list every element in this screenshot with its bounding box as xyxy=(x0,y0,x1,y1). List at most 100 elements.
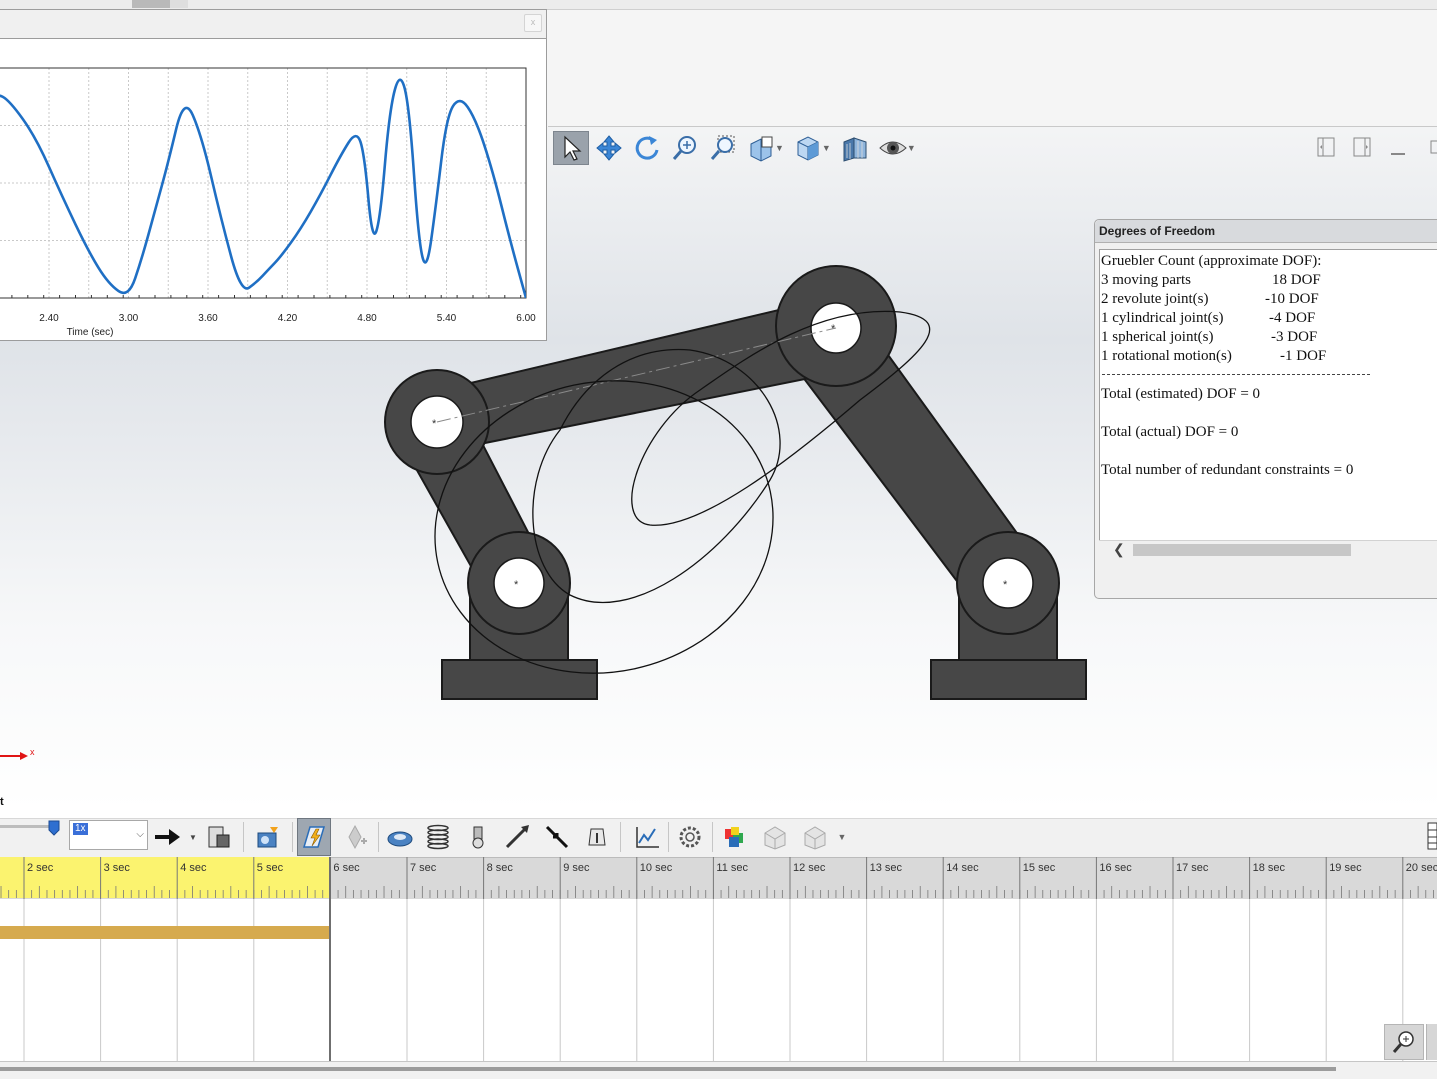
spring-button[interactable] xyxy=(421,818,455,856)
split-right-button[interactable] xyxy=(1352,136,1372,158)
play-arrow-icon xyxy=(155,829,180,845)
triad-x-label: x xyxy=(30,749,35,757)
timeline-horizontal-scrollbar[interactable] xyxy=(0,1067,1336,1071)
timeline-time-cursor[interactable] xyxy=(329,857,331,1061)
plot-x-tick-label: 3.60 xyxy=(198,313,218,324)
timeline-track-grid xyxy=(23,899,1404,1061)
plot-titlebar[interactable]: x xyxy=(0,10,546,39)
select-tool-button[interactable] xyxy=(553,131,589,165)
dof-row-label: 1 spherical joint(s) xyxy=(1101,329,1214,345)
coordinate-triad: x xyxy=(0,749,35,760)
plot-x-tick-label: 4.80 xyxy=(357,313,377,324)
contact-button[interactable] xyxy=(540,818,574,856)
play-mode-dropdown[interactable]: ▼ xyxy=(186,818,200,856)
hide-show-items-button[interactable] xyxy=(875,131,911,165)
timeline-zoom-button[interactable] xyxy=(1384,1024,1424,1060)
export-button[interactable] xyxy=(798,818,832,856)
more-tools-dropdown[interactable]: ▼ xyxy=(832,818,852,856)
dof-horizontal-scrollbar[interactable]: ❮ xyxy=(1099,540,1437,558)
dof-header: Gruebler Count (approximate DOF): xyxy=(1101,253,1322,269)
dof-text-area[interactable]: Gruebler Count (approximate DOF): 3 movi… xyxy=(1099,249,1437,557)
results-plots-button[interactable] xyxy=(630,818,664,856)
motor-icon xyxy=(387,831,413,847)
select-icon xyxy=(564,135,582,161)
gravity-icon xyxy=(588,828,606,846)
restore-icon xyxy=(1430,140,1437,154)
dof-row-value: -3 DOF xyxy=(1271,329,1318,345)
minimize-viewport-button[interactable] xyxy=(1388,136,1408,158)
toolbar-separator xyxy=(712,822,713,852)
playback-speed-slider[interactable] xyxy=(0,825,52,828)
timeline-label: 14 sec xyxy=(946,862,979,874)
motor-button[interactable] xyxy=(383,818,417,856)
save-animation-icon xyxy=(208,826,230,848)
toolbar-separator xyxy=(243,822,244,852)
degrees-of-freedom-panel[interactable]: Degrees of Freedom Gruebler Count (appro… xyxy=(1094,219,1437,599)
zoom-to-area-button[interactable] xyxy=(705,131,741,165)
triad-bottom-label: t xyxy=(0,796,4,808)
timeline-label: 5 sec xyxy=(257,862,284,874)
svg-text:*: * xyxy=(514,579,519,591)
timeline-label: 6 sec xyxy=(333,862,360,874)
toolbar-separator xyxy=(668,822,669,852)
timeline-label: 7 sec xyxy=(410,862,437,874)
damper-button[interactable] xyxy=(461,818,495,856)
add-key-button[interactable] xyxy=(338,818,372,856)
scroll-left-icon[interactable]: ❮ xyxy=(1113,541,1125,558)
motion-analysis-button[interactable] xyxy=(718,818,752,856)
timeline-label: 11 sec xyxy=(716,862,748,874)
timeline-label: 4 sec xyxy=(180,862,207,874)
slider-thumb-icon[interactable] xyxy=(48,820,60,836)
toolbar-separator xyxy=(292,822,293,852)
timeline-label: 17 sec xyxy=(1176,862,1209,874)
section-view-button[interactable] xyxy=(743,131,779,165)
timeline-ticks: 2 sec 3 sec 4 sec 5 sec 6 sec 7 sec 8 sec 9 sec… xyxy=(0,857,1437,899)
timeline-label: 8 sec xyxy=(487,862,514,874)
rotate-tool-button[interactable] xyxy=(629,131,665,165)
motion-analysis-icon xyxy=(725,827,743,847)
timeline-zoom-secondary-button[interactable] xyxy=(1426,1024,1437,1060)
timeline-label: 20 sec xyxy=(1406,862,1437,874)
animation-wizard-button[interactable] xyxy=(251,818,285,856)
contact-icon xyxy=(545,825,569,849)
simulation-setup-icon xyxy=(764,826,786,850)
export-icon xyxy=(804,826,826,850)
timeline-label: 13 sec xyxy=(870,862,903,874)
autokey-button[interactable] xyxy=(297,818,331,856)
pan-tool-button[interactable] xyxy=(591,131,627,165)
results-plot-window[interactable]: x 2.40 3.00 3.60 4.20 4.80 5.40 6.00 Time (sec) xyxy=(0,9,547,341)
scroll-thumb[interactable] xyxy=(1133,544,1351,556)
restore-viewport-button[interactable] xyxy=(1424,136,1437,158)
gravity-button[interactable] xyxy=(580,818,614,856)
table-grid-icon[interactable] xyxy=(1427,820,1437,852)
split-right-icon xyxy=(1353,137,1371,157)
zoom-in-out-button[interactable] xyxy=(667,131,703,165)
timeline-label: 10 sec xyxy=(640,862,673,874)
plot-x-tick-label: 6.00 xyxy=(516,313,536,324)
dof-panel-title[interactable]: Degrees of Freedom xyxy=(1095,220,1437,243)
playback-speed-select[interactable]: 1x ⌵ xyxy=(69,820,148,850)
hide-show-icon xyxy=(879,141,907,155)
dof-row-value: -4 DOF xyxy=(1269,310,1316,326)
svg-text:*: * xyxy=(831,323,836,335)
display-style-button[interactable] xyxy=(837,131,873,165)
view-orientation-button[interactable] xyxy=(790,131,826,165)
plot-close-button[interactable]: x xyxy=(524,14,542,32)
dof-row-label: 1 rotational motion(s) xyxy=(1101,348,1232,364)
close-icon: x xyxy=(530,17,536,27)
toolbar-separator xyxy=(620,822,621,852)
zoom-icon xyxy=(1392,1031,1414,1053)
force-button[interactable] xyxy=(500,818,534,856)
viewport-window-controls xyxy=(1316,136,1437,158)
study-properties-button[interactable] xyxy=(673,818,707,856)
timeline-key-bar[interactable] xyxy=(0,926,330,939)
save-animation-button[interactable] xyxy=(202,818,236,856)
play-arrow-button[interactable] xyxy=(150,818,184,856)
chevron-down-icon: ▼ xyxy=(837,832,847,842)
split-left-button[interactable] xyxy=(1316,136,1336,158)
speed-value: 1x xyxy=(73,823,88,835)
svg-text:*: * xyxy=(432,418,437,430)
simulation-setup-button[interactable] xyxy=(758,818,792,856)
dof-estimated: Total (estimated) DOF = 0 xyxy=(1101,386,1261,402)
timeline-label: 9 sec xyxy=(563,862,590,874)
